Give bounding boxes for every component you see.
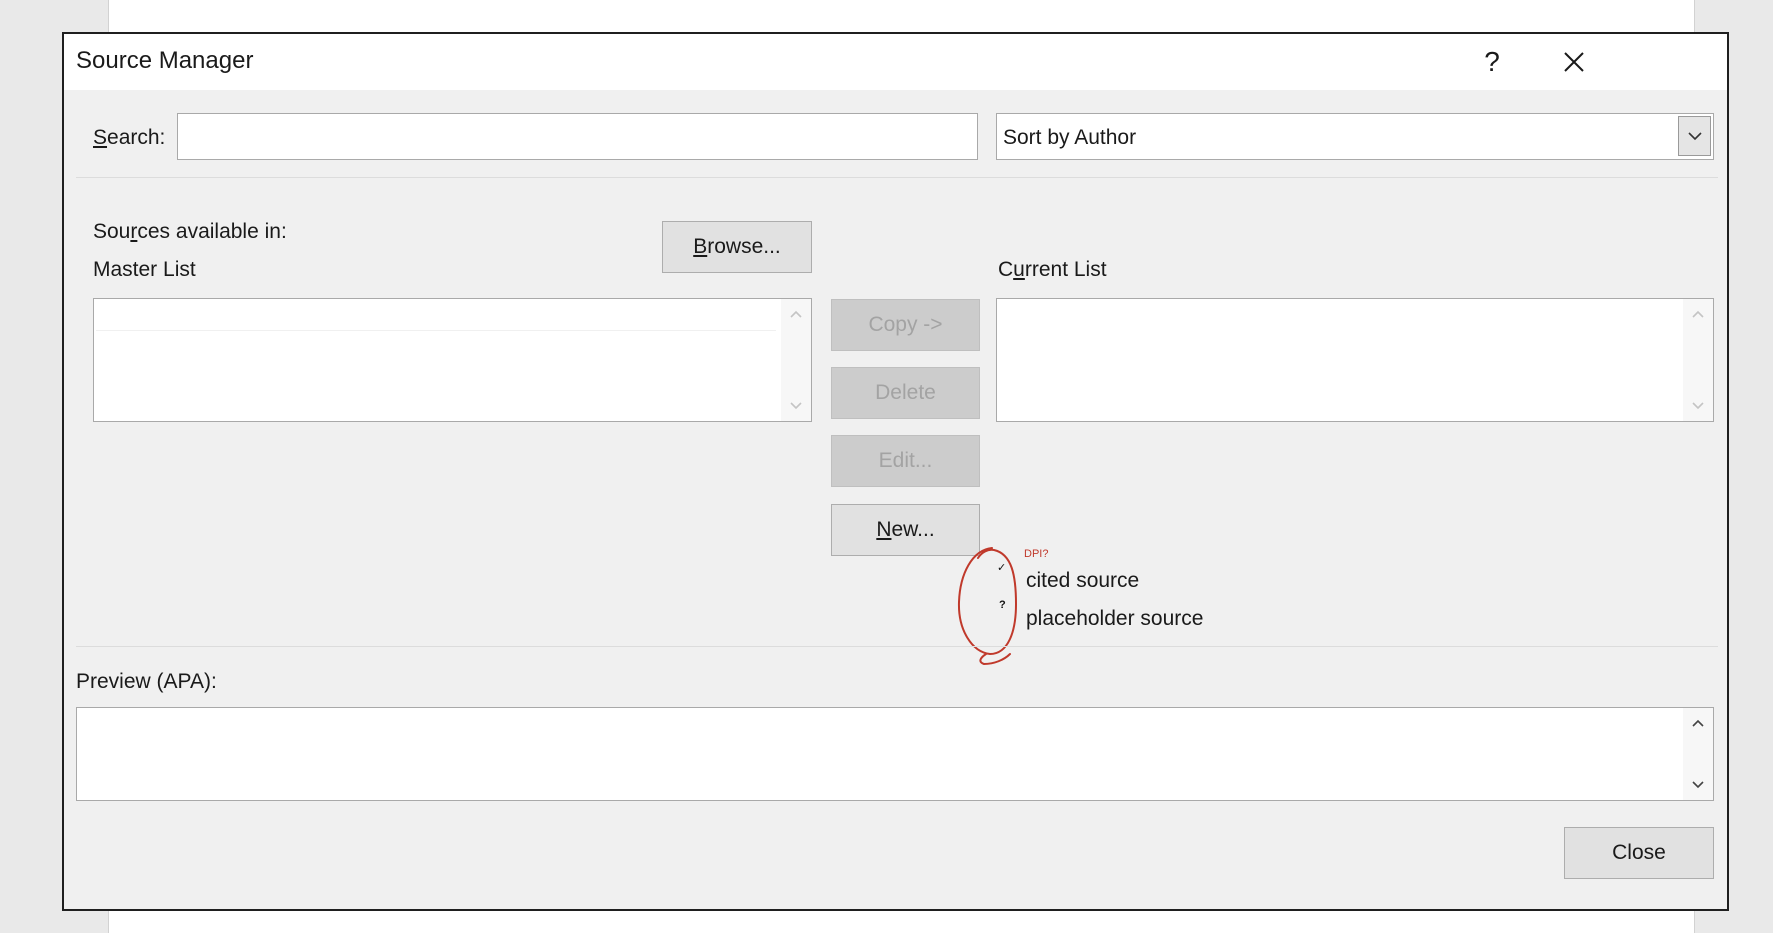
chevron-down-icon [1687, 131, 1702, 140]
handwritten-note: DPI? [1024, 548, 1049, 560]
preview-scroll-up[interactable] [1683, 712, 1713, 734]
preview-box[interactable] [76, 707, 1714, 801]
separator-top [76, 177, 1718, 178]
search-input[interactable] [177, 113, 978, 160]
close-button[interactable]: Close [1564, 827, 1714, 879]
separator-bottom [76, 646, 1718, 647]
master-list-scroll-up[interactable] [781, 303, 811, 325]
current-list-label: Current List [998, 258, 1107, 281]
current-list-scrollbar[interactable] [1683, 299, 1713, 421]
dialog-title: Source Manager [76, 47, 254, 74]
cited-source-legend: cited source [1026, 569, 1140, 592]
master-list-scroll-down[interactable] [781, 395, 811, 417]
chevron-up-icon [790, 310, 802, 318]
search-label: Search: [93, 126, 166, 149]
source-manager-dialog: Source Manager ? Search: Sort by Author … [62, 32, 1729, 911]
help-button[interactable]: ? [1462, 38, 1522, 86]
close-x-button[interactable] [1544, 38, 1604, 86]
edit-button[interactable]: Edit... [831, 435, 980, 487]
chevron-down-icon [1692, 781, 1704, 789]
sort-dropdown-value: Sort by Author [1003, 126, 1137, 149]
preview-scrollbar[interactable] [1683, 708, 1713, 800]
current-list-scroll-up[interactable] [1683, 303, 1713, 325]
handwritten-circle-annotation [957, 547, 1018, 666]
dialog-titlebar: Source Manager ? [64, 34, 1727, 90]
placeholder-source-legend: placeholder source [1026, 607, 1204, 630]
chevron-down-icon [790, 402, 802, 410]
sort-dropdown-toggle[interactable] [1678, 116, 1711, 156]
sources-available-label: Sources available in: [93, 220, 287, 243]
browse-button[interactable]: Browse... [662, 221, 812, 273]
chevron-up-icon [1692, 310, 1704, 318]
close-icon [1564, 52, 1584, 72]
delete-button[interactable]: Delete [831, 367, 980, 419]
preview-label: Preview (APA): [76, 670, 217, 693]
chevron-down-icon [1692, 402, 1704, 410]
preview-scroll-down[interactable] [1683, 774, 1713, 796]
copy-button[interactable]: Copy -> [831, 299, 980, 351]
current-list-scroll-down[interactable] [1683, 395, 1713, 417]
sort-dropdown[interactable]: Sort by Author [996, 113, 1714, 160]
master-list-label: Master List [93, 258, 196, 281]
master-list[interactable] [93, 298, 812, 422]
current-list[interactable] [996, 298, 1714, 422]
master-list-scrollbar[interactable] [781, 299, 811, 421]
chevron-up-icon [1692, 719, 1704, 727]
